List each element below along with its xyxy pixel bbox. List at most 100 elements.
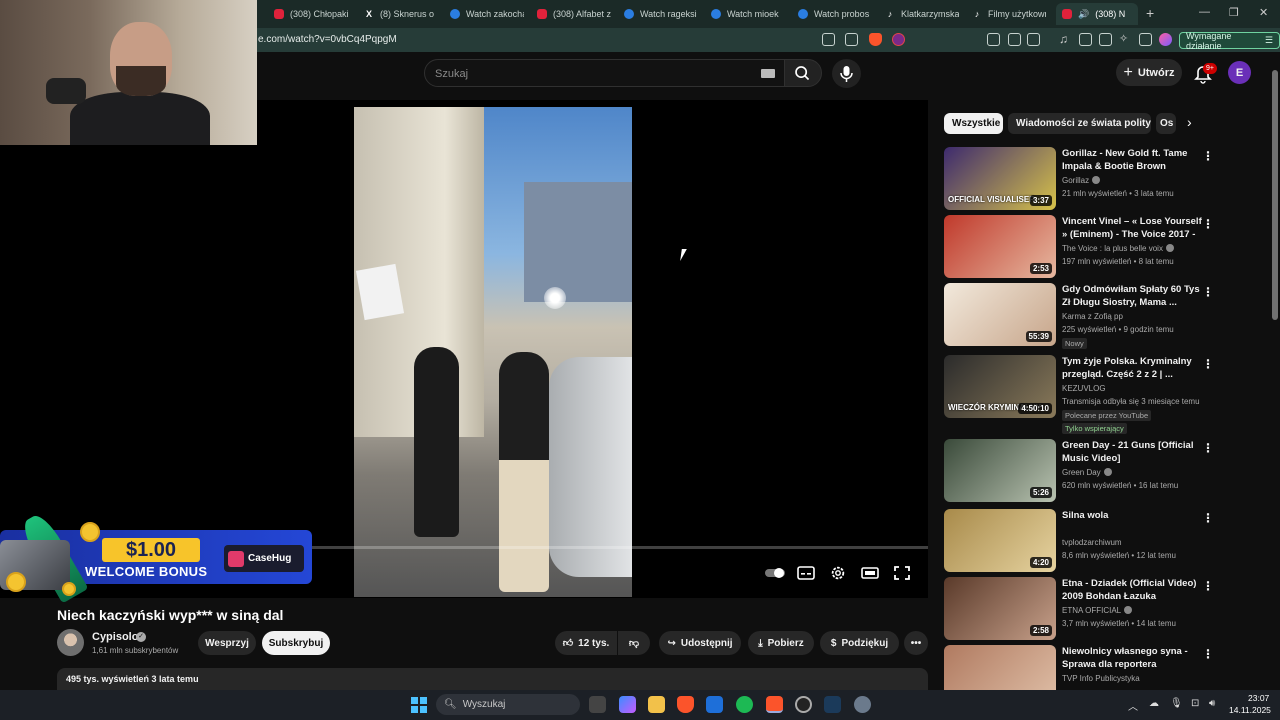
recommendation-thumbnail[interactable]: 2:58: [944, 577, 1056, 640]
spotify-icon[interactable]: [736, 696, 753, 713]
recommendation-item[interactable]: 4:20 Silna wola tvplodzarchiwum 8,6 mln wyś…: [944, 509, 1274, 573]
windows-start-icon[interactable]: [411, 697, 427, 713]
recommendation-item[interactable]: 2:53 Vincent Vinel – « Lose Yourself » (E…: [944, 215, 1274, 279]
steam-icon[interactable]: [824, 696, 841, 713]
more-options-icon[interactable]: ⋮: [1202, 217, 1214, 231]
tab-9[interactable]: ♪ Filmy użytkown: [966, 3, 1046, 25]
more-options-icon[interactable]: ⋮: [1202, 441, 1214, 455]
create-button[interactable]: + Utwórz: [1116, 59, 1182, 86]
theater-mode-icon[interactable]: [861, 565, 879, 581]
fullscreen-icon[interactable]: [893, 565, 911, 581]
tab-active[interactable]: 🔊(308) N✕: [1056, 3, 1138, 25]
search-button[interactable]: [784, 59, 822, 87]
more-options-icon[interactable]: ⋮: [1202, 647, 1214, 661]
brave-active-icon[interactable]: [766, 696, 783, 713]
tab-7[interactable]: Watch probos: [792, 3, 872, 25]
tab-3[interactable]: Watch zakocha: [444, 3, 524, 25]
recommendation-title[interactable]: Niewolnicy własnego syna - Sprawa dla re…: [1062, 645, 1202, 671]
recommendation-title[interactable]: Green Day - 21 Guns [Official Music Vide…: [1062, 439, 1202, 465]
more-actions-button[interactable]: •••: [904, 631, 928, 655]
recommendation-channel[interactable]: KEZUVLOG: [1062, 384, 1106, 393]
volume-icon[interactable]: 🔊︎: [1209, 698, 1215, 709]
recommendation-title[interactable]: Silna wola: [1062, 509, 1202, 522]
recommendation-thumbnail[interactable]: 4:20: [944, 509, 1056, 572]
obs-icon[interactable]: [795, 696, 812, 713]
recommendation-channel[interactable]: tvplodzarchiwum: [1062, 538, 1122, 547]
recommendation-title[interactable]: Tym żyje Polska. Kryminalny przegląd. Cz…: [1062, 355, 1202, 381]
tab-1[interactable]: (308) Chłopaki: [268, 3, 348, 25]
account-avatar[interactable]: E: [1228, 61, 1251, 84]
recommendation-thumbnail[interactable]: WIECZÓR KRYMINALNY 4:50:10: [944, 355, 1056, 418]
taskbar-search[interactable]: 🔍︎ Wyszukaj: [436, 694, 580, 715]
more-options-icon[interactable]: ⋮: [1202, 285, 1214, 299]
tab-5[interactable]: Watch rageksi: [618, 3, 698, 25]
chevron-right-icon[interactable]: ›: [1187, 114, 1192, 130]
url-field[interactable]: e.com/watch?v=0vbCq4PqpgM: [258, 34, 397, 45]
channel-avatar[interactable]: [57, 629, 84, 656]
cloud-icon[interactable]: ☁: [1149, 698, 1159, 709]
recommendation-title[interactable]: Etna - Dziadek (Official Video) 2009 Boh…: [1062, 577, 1202, 603]
recommendation-item[interactable]: OFFICIAL VISUALISER 3:37 Gorillaz - New Go…: [944, 147, 1274, 211]
close-window-button[interactable]: ✕: [1259, 6, 1268, 19]
recommendation-item[interactable]: 2:58 Etna - Dziadek (Official Video) 2009…: [944, 577, 1274, 641]
sidebar-icon[interactable]: [1079, 33, 1092, 46]
subscribe-button[interactable]: Subskrybuj: [262, 631, 330, 655]
like-button[interactable]: 👍︎ 12 tys.: [555, 631, 617, 655]
maximize-button[interactable]: ❐: [1229, 6, 1239, 19]
recommendation-thumbnail[interactable]: OFFICIAL VISUALISER 3:37: [944, 147, 1056, 210]
screenshot-icon[interactable]: [1027, 33, 1040, 46]
recommendation-item[interactable]: WIECZÓR KRYMINALNY 4:50:10 Tym żyje Polska…: [944, 355, 1274, 434]
more-options-icon[interactable]: ⋮: [1202, 357, 1214, 371]
task-view-icon[interactable]: [589, 696, 606, 713]
more-options-icon[interactable]: ⋮: [1202, 579, 1214, 593]
leo-icon[interactable]: ✧: [1119, 33, 1132, 46]
network-icon[interactable]: ⊡: [1191, 698, 1199, 709]
microphone-icon[interactable]: 🎙︎: [1170, 698, 1183, 709]
recommendation-title[interactable]: Gdy Odmówiłam Spłaty 60 Tys Zł Długu Sio…: [1062, 283, 1202, 309]
voice-search-mic-icon[interactable]: [832, 59, 861, 88]
chip-politics[interactable]: Wiadomości ze świata polityki: [1008, 113, 1151, 134]
required-action-button[interactable]: Wymagane działanie ☰: [1179, 31, 1280, 51]
settings-icon[interactable]: [854, 696, 871, 713]
file-explorer-icon[interactable]: [648, 696, 665, 713]
tab-8[interactable]: ♪ Klatkarzymska: [879, 3, 959, 25]
subtitles-icon[interactable]: [797, 565, 815, 581]
recommendation-channel[interactable]: ETNA OFFICIAL: [1062, 606, 1133, 615]
more-options-icon[interactable]: ⋮: [1202, 511, 1214, 525]
search-box[interactable]: [424, 59, 786, 87]
copilot-icon[interactable]: [619, 696, 636, 713]
close-tab-icon[interactable]: ✕: [1137, 9, 1138, 20]
autoplay-toggle[interactable]: [764, 565, 786, 581]
recommendation-thumbnail[interactable]: 5:26: [944, 439, 1056, 502]
tray-chevron-icon[interactable]: ︿: [1128, 698, 1138, 713]
scrollbar-thumb[interactable]: [1272, 70, 1278, 320]
brave-rewards-icon[interactable]: [892, 33, 905, 46]
puzzle-icon[interactable]: [1008, 33, 1021, 46]
new-tab-button[interactable]: +: [1146, 5, 1154, 21]
keyboard-icon[interactable]: [761, 69, 775, 78]
clock-date[interactable]: 14.11.2025: [1229, 705, 1271, 715]
store-icon[interactable]: [706, 696, 723, 713]
recommendation-channel[interactable]: TVP Info Publicystyka: [1062, 674, 1140, 683]
recommendation-thumbnail[interactable]: 55:39: [944, 283, 1056, 346]
recommendation-thumbnail[interactable]: 2:53: [944, 215, 1056, 278]
support-button[interactable]: Wesprzyj: [198, 631, 256, 655]
channel-name[interactable]: Cypisolo: [92, 631, 138, 643]
search-input[interactable]: [435, 65, 755, 83]
cast-icon[interactable]: [822, 33, 835, 46]
recommendation-title[interactable]: Vincent Vinel – « Lose Yourself » (Emine…: [1062, 215, 1202, 241]
settings-gear-icon[interactable]: [829, 565, 847, 581]
ai-icon[interactable]: [1159, 33, 1172, 46]
thanks-button[interactable]: $ Podziękuj: [820, 631, 899, 655]
music-icon[interactable]: ♫: [1059, 33, 1072, 46]
recommendation-channel[interactable]: Karma z Zofią pp: [1062, 312, 1123, 321]
recommendation-channel[interactable]: Gorillaz: [1062, 176, 1101, 185]
recommendation-item[interactable]: 55:39 Gdy Odmówiłam Spłaty 60 Tys Zł Dług…: [944, 283, 1274, 349]
more-options-icon[interactable]: ⋮: [1202, 149, 1214, 163]
tab-6[interactable]: Watch mioek: [705, 3, 785, 25]
recommendation-channel[interactable]: The Voice : la plus belle voix: [1062, 244, 1174, 253]
extension-icon[interactable]: [987, 33, 1000, 46]
tab-4[interactable]: (308) Alfabet z: [531, 3, 611, 25]
vpn-icon[interactable]: [1139, 33, 1152, 46]
recommendation-title[interactable]: Gorillaz - New Gold ft. Tame Impala & Bo…: [1062, 147, 1202, 173]
